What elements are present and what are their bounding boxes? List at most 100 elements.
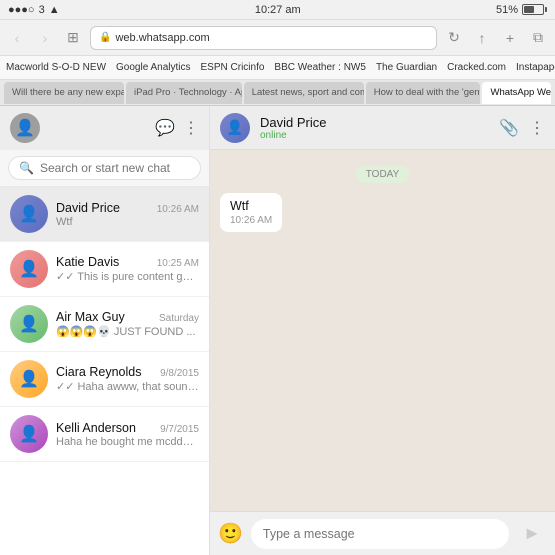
new-tab-button[interactable]: +: [499, 27, 521, 49]
conversation-header: 👤 David Price online 📎 ⋮: [210, 106, 555, 150]
header-icons: 💬 ⋮: [155, 118, 199, 138]
attachment-icon[interactable]: 📎: [499, 118, 519, 138]
back-button[interactable]: ‹: [6, 27, 28, 49]
main-content: 👤 💬 ⋮ 🔍 👤 David Price: [0, 106, 555, 555]
tab-1[interactable]: iPad Pro · Technology · Apple: [126, 82, 242, 104]
chat-preview-katie: ✓✓ This is pure content gol...: [56, 270, 199, 283]
date-badge: TODAY: [356, 166, 410, 183]
conv-contact-avatar: 👤: [220, 113, 250, 143]
conv-contact-status: online: [260, 130, 489, 141]
avatar-airmax: 👤: [10, 305, 48, 343]
user-avatar[interactable]: 👤: [10, 113, 40, 143]
bookmark-google-analytics[interactable]: Google Analytics: [116, 62, 191, 73]
bookmark-guardian[interactable]: The Guardian: [376, 62, 437, 73]
bookmarks-button[interactable]: ⊞: [62, 27, 84, 49]
conv-contact-info: David Price online: [260, 115, 489, 141]
chat-preview-kelli: Haha he bought me mcddon...: [56, 436, 199, 448]
chat-item-ciara[interactable]: 👤 Ciara Reynolds 9/8/2015 ✓✓ Haha awww, …: [0, 352, 209, 407]
battery-label: 51%: [496, 4, 518, 16]
search-input[interactable]: [40, 161, 190, 175]
tab-view-button[interactable]: ⧉: [527, 27, 549, 49]
search-icon: 🔍: [19, 161, 34, 175]
chat-items-list: 👤 David Price 10:26 AM Wtf 👤 Kati: [0, 187, 209, 555]
bookmark-macworld[interactable]: Macworld S-O-D NEW: [6, 62, 106, 73]
search-bar: 🔍: [0, 150, 209, 187]
chat-time-kelli: 9/7/2015: [160, 424, 199, 435]
avatar-katie-icon: 👤: [10, 250, 48, 288]
status-right: 51%: [496, 4, 547, 16]
avatar-david-icon: 👤: [10, 195, 48, 233]
conv-header-icons: 📎 ⋮: [499, 118, 545, 138]
chat-time-ciara: 9/8/2015: [160, 368, 199, 379]
chat-info-david: David Price 10:26 AM Wtf: [56, 201, 199, 228]
conv-contact-name: David Price: [260, 115, 489, 130]
chat-item-kelli[interactable]: 👤 Kelli Anderson 9/7/2015 Haha he bought…: [0, 407, 209, 462]
chat-preview-ciara: ✓✓ Haha awww, that sound...: [56, 380, 199, 393]
message-bubble-wtf: Wtf 10:26 AM: [220, 193, 282, 232]
chat-time-david: 10:26 AM: [157, 204, 199, 215]
search-input-wrap[interactable]: 🔍: [8, 156, 201, 180]
message-time-wtf: 10:26 AM: [230, 215, 272, 226]
chat-item-david[interactable]: 👤 David Price 10:26 AM Wtf: [0, 187, 209, 242]
status-time: 10:27 am: [255, 4, 301, 16]
conv-menu-icon[interactable]: ⋮: [529, 118, 545, 138]
chat-item-katie[interactable]: 👤 Katie Davis 10:25 AM ✓✓ This is pure c…: [0, 242, 209, 297]
chat-name-ciara: Ciara Reynolds: [56, 365, 141, 379]
wifi-icon: ▲: [49, 4, 60, 16]
new-chat-icon[interactable]: 💬: [155, 118, 175, 138]
chat-list-header: 👤 💬 ⋮: [0, 106, 209, 150]
bookmark-cracked[interactable]: Cracked.com: [447, 62, 506, 73]
chat-info-kelli: Kelli Anderson 9/7/2015 Haha he bought m…: [56, 421, 199, 448]
avatar-david: 👤: [10, 195, 48, 233]
chat-name-airmax: Air Max Guy: [56, 310, 125, 324]
tab-2[interactable]: Latest news, sport and comm...: [244, 82, 364, 104]
chat-name-katie: Katie Davis: [56, 255, 119, 269]
message-text-wtf: Wtf: [230, 199, 272, 213]
message-input[interactable]: [251, 519, 509, 549]
input-bar: 🙂 ►: [210, 511, 555, 555]
share-button[interactable]: ↑: [471, 27, 493, 49]
chat-info-airmax: Air Max Guy Saturday 😱😱😱💀 JUST FOUND ...: [56, 310, 199, 338]
url-text: web.whatsapp.com: [115, 32, 209, 44]
messages-area: TODAY Wtf 10:26 AM: [210, 150, 555, 511]
chat-name-david: David Price: [56, 201, 120, 215]
menu-icon[interactable]: ⋮: [183, 118, 199, 138]
status-bar: ●●●○ 3 ▲ 10:27 am 51%: [0, 0, 555, 20]
chat-name-kelli: Kelli Anderson: [56, 421, 136, 435]
status-left: ●●●○ 3 ▲: [8, 4, 60, 16]
chat-list-panel: 👤 💬 ⋮ 🔍 👤 David Price: [0, 106, 210, 555]
browser-toolbar: ‹ › ⊞ 🔒 web.whatsapp.com ↻ ↑ + ⧉: [0, 20, 555, 56]
forward-button[interactable]: ›: [34, 27, 56, 49]
tab-0[interactable]: Will there be any new expans...: [4, 82, 124, 104]
chat-name-row-airmax: Air Max Guy Saturday: [56, 310, 199, 324]
conv-avatar-icon: 👤: [220, 113, 250, 143]
bookmarks-bar: Macworld S-O-D NEW Google Analytics ESPN…: [0, 56, 555, 80]
chat-item-airmax[interactable]: 👤 Air Max Guy Saturday 😱😱😱💀 JUST FOUND .…: [0, 297, 209, 352]
avatar-ciara-icon: 👤: [10, 360, 48, 398]
user-avatar-icon: 👤: [10, 113, 40, 143]
bookmark-espn[interactable]: ESPN Cricinfo: [201, 62, 265, 73]
url-bar[interactable]: 🔒 web.whatsapp.com: [90, 26, 437, 50]
avatar-kelli: 👤: [10, 415, 48, 453]
refresh-button[interactable]: ↻: [443, 27, 465, 49]
tab-3[interactable]: How to deal with the 'gentle...: [366, 82, 481, 104]
date-divider: TODAY: [220, 164, 545, 183]
chat-name-row-kelli: Kelli Anderson 9/7/2015: [56, 421, 199, 435]
chat-name-row-ciara: Ciara Reynolds 9/8/2015: [56, 365, 199, 379]
chat-time-katie: 10:25 AM: [157, 258, 199, 269]
avatar-kelli-icon: 👤: [10, 415, 48, 453]
avatar-katie: 👤: [10, 250, 48, 288]
chat-info-ciara: Ciara Reynolds 9/8/2015 ✓✓ Haha awww, th…: [56, 365, 199, 393]
battery-icon: [522, 4, 547, 15]
tab-whatsapp[interactable]: WhatsApp Web: [482, 82, 551, 104]
avatar-ciara: 👤: [10, 360, 48, 398]
emoji-button[interactable]: 🙂: [218, 521, 243, 546]
carrier-label: 3: [39, 4, 45, 16]
avatar-airmax-icon: 👤: [10, 305, 48, 343]
chat-name-row-katie: Katie Davis 10:25 AM: [56, 255, 199, 269]
signal-icon: ●●●○: [8, 4, 35, 16]
chat-name-row-david: David Price 10:26 AM: [56, 201, 199, 215]
bookmark-instapaper[interactable]: Instapaper: Read Later: [516, 62, 555, 73]
bookmark-bbc[interactable]: BBC Weather : NW5: [274, 62, 366, 73]
send-button[interactable]: ►: [517, 519, 547, 549]
